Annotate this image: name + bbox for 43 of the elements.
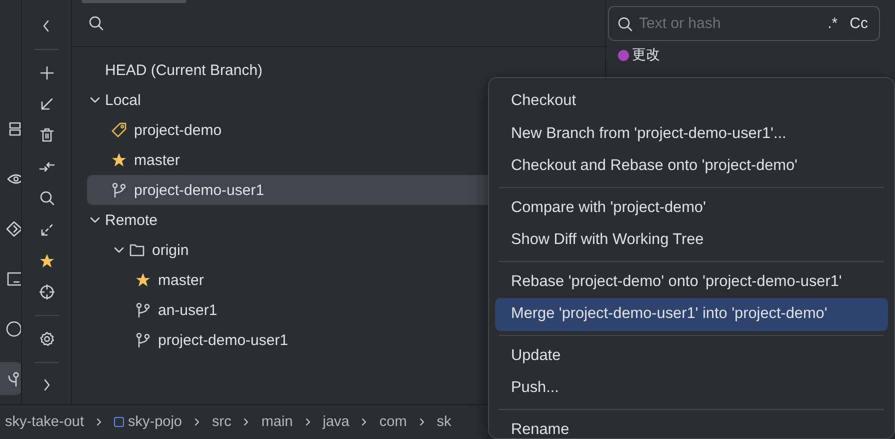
menu-item[interactable]: Rename: [495, 414, 888, 438]
search-icon: [617, 16, 633, 32]
breadcrumb-item[interactable]: sk: [436, 414, 452, 430]
fetch-icon: [38, 222, 54, 238]
scroll-thumb[interactable]: [82, 0, 186, 3]
tree-item[interactable]: HEAD (Current Branch): [87, 55, 602, 85]
menu-item[interactable]: Checkout: [495, 85, 888, 118]
search-field[interactable]: Text or hash .* Cc: [608, 6, 880, 41]
breadcrumb-item[interactable]: com: [379, 414, 407, 430]
add-icon: [38, 64, 54, 81]
delete-icon: [38, 127, 54, 144]
tool-window-button[interactable]: [0, 362, 21, 395]
menu-item[interactable]: Show Diff with Working Tree: [495, 224, 888, 256]
branch-icon: [135, 302, 151, 318]
menu-item[interactable]: New Branch from 'project-demo-user1'...: [495, 118, 888, 150]
regex-toggle[interactable]: .*: [824, 15, 841, 32]
breadcrumb-item[interactable]: main: [261, 414, 293, 430]
pull-icon: [38, 96, 54, 112]
menu-item[interactable]: Merge 'project-demo-user1' into 'project-demo': [495, 298, 888, 330]
menu-item[interactable]: Update: [495, 340, 888, 372]
breadcrumb-item[interactable]: java: [322, 414, 350, 430]
commit-message[interactable]: 更改: [632, 46, 660, 64]
diamond-icon: [6, 220, 21, 236]
branch-icon: [111, 182, 127, 198]
menu-item[interactable]: Push...: [495, 372, 888, 404]
search-icon: [38, 190, 54, 206]
locate-icon: [38, 284, 54, 300]
favorite-icon: [38, 252, 54, 269]
star-icon: [111, 152, 127, 168]
breadcrumb-item[interactable]: sky-take-out: [5, 414, 84, 430]
terminal-icon: [6, 270, 21, 286]
tag-icon: [111, 122, 127, 138]
breadcrumb-item[interactable]: src: [212, 414, 232, 430]
search-icon: [88, 15, 104, 31]
folder-icon: [129, 242, 145, 258]
module-icon: [114, 417, 124, 427]
branch-icon: [135, 332, 151, 348]
settings-icon: [38, 330, 54, 347]
menu-item[interactable]: Rebase 'project-demo' onto 'project-demo-user1': [495, 266, 888, 298]
breadcrumb-item[interactable]: sky-pojo: [128, 414, 182, 430]
branch-icon: [6, 370, 21, 386]
star-icon: [135, 272, 151, 288]
match-case-toggle[interactable]: Cc: [846, 15, 871, 32]
